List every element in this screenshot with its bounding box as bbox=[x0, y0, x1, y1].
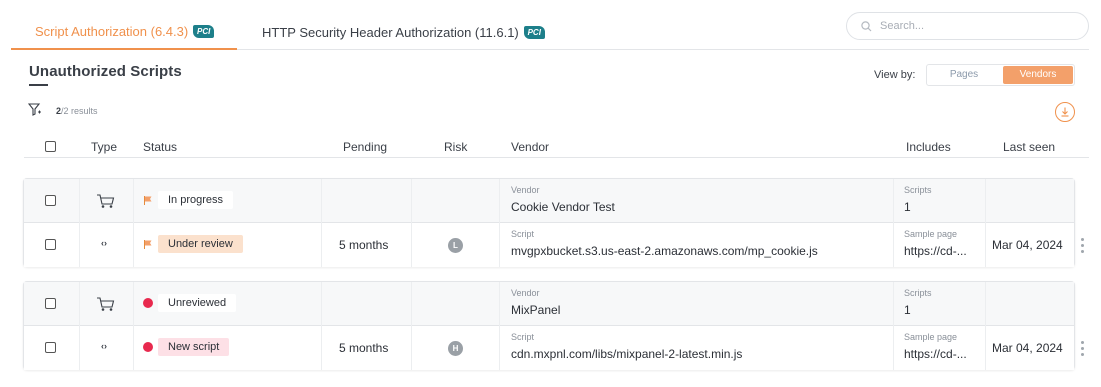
sample-page-url[interactable]: https://cd-... bbox=[904, 244, 967, 258]
vendor-group: Unreviewed Vendor MixPanel Scripts 1 ‹› … bbox=[23, 281, 1075, 370]
view-by-label: View by: bbox=[874, 69, 916, 81]
column-pending[interactable]: Pending bbox=[343, 140, 387, 154]
pending-duration: 5 months bbox=[339, 341, 389, 355]
tab-script-authorization[interactable]: Script Authorization (6.4.3) PCI bbox=[11, 14, 237, 50]
code-icon: ‹› bbox=[101, 238, 107, 248]
pending-duration: 5 months bbox=[339, 238, 389, 252]
row-checkbox[interactable] bbox=[45, 342, 56, 353]
results-text: /2 results bbox=[61, 106, 98, 116]
row-checkbox[interactable] bbox=[45, 239, 56, 250]
flag-icon bbox=[144, 240, 152, 249]
vendor-name: MixPanel bbox=[511, 303, 561, 317]
risk-badge: L bbox=[448, 238, 463, 253]
last-seen-date: Mar 04, 2024 bbox=[992, 238, 1063, 252]
script-url[interactable]: cdn.mxpnl.com/libs/mixpanel-2-latest.min… bbox=[511, 347, 742, 361]
vendor-label: Vendor bbox=[511, 185, 540, 195]
status-badge: New script bbox=[158, 338, 230, 356]
unreviewed-dot-icon bbox=[143, 298, 153, 308]
search-box[interactable] bbox=[846, 12, 1089, 40]
last-seen-date: Mar 04, 2024 bbox=[992, 341, 1063, 355]
sample-page-label: Sample page bbox=[904, 332, 958, 342]
status-badge: Unreviewed bbox=[158, 294, 237, 312]
search-icon bbox=[861, 20, 872, 31]
column-vendor[interactable]: Vendor bbox=[511, 140, 549, 154]
script-label: Script bbox=[511, 332, 535, 342]
title-underline bbox=[29, 84, 48, 86]
column-last-seen[interactable]: Last seen bbox=[1003, 140, 1055, 154]
column-risk[interactable]: Risk bbox=[444, 140, 467, 154]
download-icon bbox=[1061, 107, 1069, 117]
column-status[interactable]: Status bbox=[143, 140, 177, 154]
script-row[interactable]: ‹› New script 5 months H Script cdn.mxpn… bbox=[24, 326, 1074, 370]
cart-icon bbox=[97, 194, 115, 208]
includes-count: 1 bbox=[904, 200, 911, 214]
vendor-group: In progress Vendor Cookie Vendor Test Sc… bbox=[23, 178, 1075, 267]
view-by-toggle: Pages Vendors bbox=[926, 64, 1075, 86]
pci-badge: PCI bbox=[193, 24, 215, 38]
risk-badge: H bbox=[448, 341, 463, 356]
row-menu-button[interactable] bbox=[1081, 341, 1085, 359]
vendor-row[interactable]: In progress Vendor Cookie Vendor Test Sc… bbox=[24, 179, 1074, 223]
search-input[interactable] bbox=[880, 20, 1070, 32]
tab-http-security-header-authorization[interactable]: HTTP Security Header Authorization (11.6… bbox=[262, 14, 545, 50]
pci-badge: PCI bbox=[523, 25, 545, 39]
tab-label: Script Authorization (6.4.3) bbox=[35, 23, 189, 39]
page-title: Unauthorized Scripts bbox=[29, 63, 182, 80]
filter-icon[interactable] bbox=[28, 103, 42, 116]
sample-page-url[interactable]: https://cd-... bbox=[904, 347, 967, 361]
script-row[interactable]: ‹› Under review 5 months L Script mvgpxb… bbox=[24, 223, 1074, 267]
view-by-vendors-button[interactable]: Vendors bbox=[1003, 66, 1073, 84]
includes-label: Scripts bbox=[904, 185, 932, 195]
script-url[interactable]: mvgpxbucket.s3.us-east-2.amazonaws.com/m… bbox=[511, 244, 818, 258]
download-button[interactable] bbox=[1055, 102, 1075, 122]
view-by-pages-button[interactable]: Pages bbox=[929, 66, 999, 84]
includes-label: Scripts bbox=[904, 288, 932, 298]
code-icon: ‹› bbox=[101, 341, 107, 351]
select-all-checkbox[interactable] bbox=[45, 141, 56, 152]
sample-page-label: Sample page bbox=[904, 229, 958, 239]
status-badge: Under review bbox=[158, 235, 243, 253]
includes-count: 1 bbox=[904, 303, 911, 317]
row-checkbox[interactable] bbox=[45, 298, 56, 309]
column-includes[interactable]: Includes bbox=[906, 140, 951, 154]
tab-label: HTTP Security Header Authorization (11.6… bbox=[262, 24, 519, 40]
vendor-name: Cookie Vendor Test bbox=[511, 200, 615, 214]
row-checkbox[interactable] bbox=[45, 195, 56, 206]
flag-icon bbox=[144, 196, 152, 205]
script-label: Script bbox=[511, 229, 535, 239]
row-menu-button[interactable] bbox=[1081, 238, 1085, 256]
status-badge: In progress bbox=[158, 191, 234, 209]
cart-icon bbox=[97, 297, 115, 311]
vendor-label: Vendor bbox=[511, 288, 540, 298]
column-type[interactable]: Type bbox=[91, 140, 117, 154]
vendor-row[interactable]: Unreviewed Vendor MixPanel Scripts 1 bbox=[24, 282, 1074, 326]
unreviewed-dot-icon bbox=[143, 342, 153, 352]
results-count: 2/2 results bbox=[56, 106, 98, 116]
table-header: Type Status Pending Risk Vendor Includes… bbox=[24, 136, 1089, 158]
